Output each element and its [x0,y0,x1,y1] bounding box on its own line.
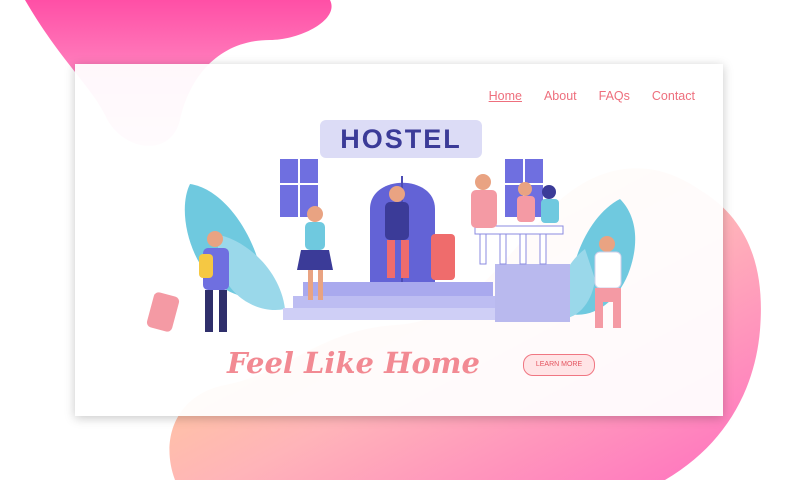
landing-card: Home About FAQs Contact HOSTEL Feel Like… [75,64,723,416]
steps-bottom [283,308,513,320]
receptionist [471,174,497,228]
steps-mid [293,296,503,308]
red-suitcase-icon [431,234,455,280]
hostel-sign: HOSTEL [320,120,482,158]
learn-more-button[interactable]: LEARN MORE [523,354,595,376]
steps-top [303,282,493,296]
pink-suitcase-icon [146,292,180,332]
page-headline: Feel Like Home [227,346,480,380]
stone-wall [495,264,570,322]
